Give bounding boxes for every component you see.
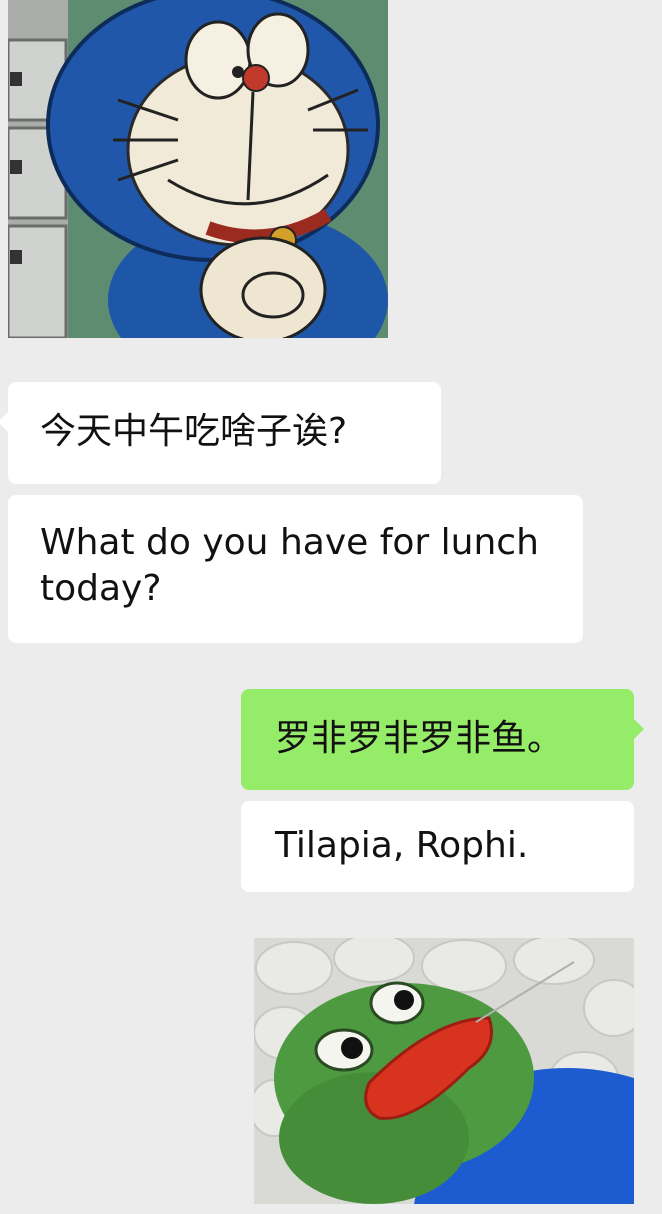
doraemon-sticker[interactable] bbox=[8, 0, 388, 338]
message-text: 今天中午吃啥子诶? bbox=[40, 411, 348, 452]
outgoing-message-bubble[interactable]: Tilapia, Rophi. bbox=[241, 801, 634, 892]
chat-area[interactable]: 今天中午吃啥子诶? What do you have for lunch tod… bbox=[0, 0, 662, 1214]
bubble-tail bbox=[0, 412, 8, 432]
bubble-tail bbox=[634, 719, 644, 739]
message-text: What do you have for lunch today? bbox=[40, 522, 539, 609]
incoming-message-bubble[interactable]: What do you have for lunch today? bbox=[8, 495, 583, 643]
outgoing-message-bubble[interactable]: 罗非罗非罗非鱼。 bbox=[241, 689, 644, 790]
pepe-frog-sticker[interactable] bbox=[254, 938, 634, 1204]
message-text: 罗非罗非罗非鱼。 bbox=[275, 718, 564, 759]
incoming-message-bubble[interactable]: 今天中午吃啥子诶? bbox=[0, 382, 441, 484]
message-text: Tilapia, Rophi. bbox=[275, 825, 529, 866]
